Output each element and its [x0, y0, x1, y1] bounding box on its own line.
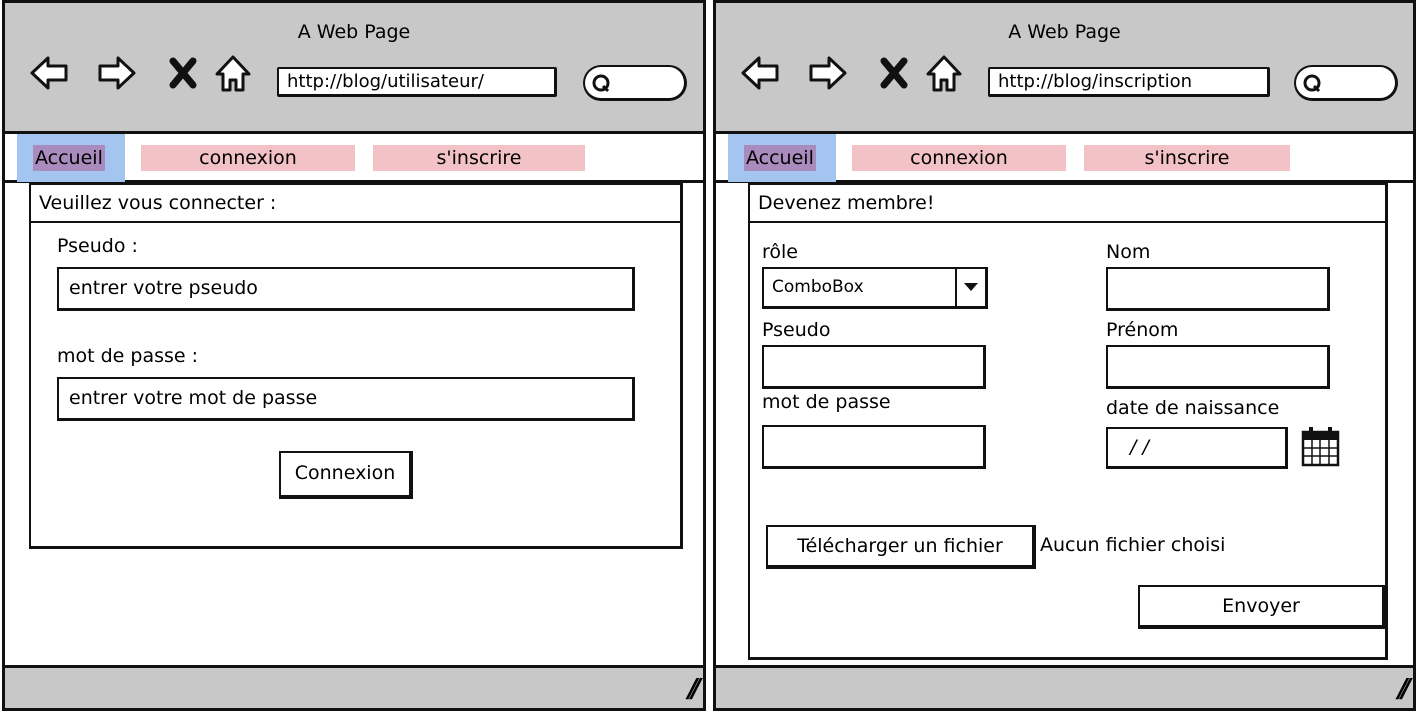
menu-item-login[interactable]: connexion	[141, 145, 355, 171]
browser-chrome: A Web Page http://blog/inscription	[716, 3, 1413, 134]
url-field[interactable]: http://blog/utilisateur/	[277, 67, 557, 97]
search-field[interactable]	[583, 65, 687, 101]
menu-item-home[interactable]: Accueil	[728, 134, 836, 182]
role-label: rôle	[762, 241, 798, 263]
menu-home-label: Accueil	[33, 145, 105, 171]
home-icon[interactable]	[924, 53, 964, 93]
status-bar: //	[5, 665, 703, 708]
browser-window-signup: A Web Page http://blog/inscription Accue…	[713, 0, 1416, 711]
chevron-down-icon[interactable]	[955, 269, 985, 306]
submit-button[interactable]: Envoyer	[1138, 585, 1386, 629]
forward-arrow-icon[interactable]	[97, 53, 137, 93]
menu-item-login[interactable]: connexion	[852, 145, 1066, 171]
password-input[interactable]: entrer votre mot de passe	[57, 377, 635, 421]
menu-item-home[interactable]: Accueil	[17, 134, 125, 182]
pseudo-input[interactable]: entrer votre pseudo	[57, 267, 635, 311]
panel-title: Veuillez vous connecter :	[31, 185, 680, 223]
window-title: A Web Page	[1008, 21, 1121, 43]
birthdate-label: date de naissance	[1106, 397, 1280, 419]
upload-button[interactable]: Télécharger un fichier	[766, 525, 1036, 569]
home-icon[interactable]	[213, 53, 253, 93]
back-arrow-icon[interactable]	[29, 53, 69, 93]
login-button[interactable]: Connexion	[279, 451, 413, 499]
pseudo-input[interactable]	[762, 345, 986, 389]
prenom-input[interactable]	[1106, 345, 1330, 389]
back-arrow-icon[interactable]	[740, 53, 780, 93]
no-file-text: Aucun fichier choisi	[1040, 534, 1226, 556]
close-icon[interactable]	[874, 53, 914, 93]
status-bar: //	[716, 665, 1413, 708]
password-input[interactable]	[762, 425, 986, 469]
nom-label: Nom	[1106, 241, 1151, 263]
forward-arrow-icon[interactable]	[808, 53, 848, 93]
panel-title: Devenez membre!	[750, 185, 1385, 223]
nom-input[interactable]	[1106, 267, 1330, 311]
role-combobox[interactable]: ComboBox	[762, 267, 988, 309]
prenom-label: Prénom	[1106, 319, 1179, 341]
menu-item-signup[interactable]: s'inscrire	[373, 145, 585, 171]
menu-bar: Accueil connexion s'inscrire	[716, 134, 1413, 183]
menu-item-signup[interactable]: s'inscrire	[1084, 145, 1290, 171]
password-label: mot de passe	[762, 391, 891, 413]
browser-window-login: A Web Page http://blog/utilisateur/ Accu…	[2, 0, 706, 711]
pseudo-label: Pseudo	[762, 319, 831, 341]
password-label: mot de passe :	[57, 345, 199, 367]
resize-grip-icon[interactable]: //	[1398, 674, 1411, 704]
birthdate-input[interactable]: / /	[1106, 427, 1288, 469]
search-field[interactable]	[1294, 65, 1398, 101]
close-icon[interactable]	[163, 53, 203, 93]
browser-chrome: A Web Page http://blog/utilisateur/	[5, 3, 703, 134]
search-icon	[592, 74, 610, 93]
pseudo-label: Pseudo :	[57, 235, 138, 257]
menu-home-label: Accueil	[744, 145, 816, 171]
login-panel: Veuillez vous connecter : Pseudo : entre…	[29, 183, 683, 549]
role-combobox-value: ComboBox	[772, 277, 864, 297]
search-icon	[1303, 74, 1321, 93]
menu-bar: Accueil connexion s'inscrire	[5, 134, 703, 183]
window-title: A Web Page	[297, 21, 411, 43]
url-field[interactable]: http://blog/inscription	[988, 67, 1270, 97]
resize-grip-icon[interactable]: //	[688, 674, 701, 704]
calendar-icon[interactable]	[1300, 425, 1342, 469]
signup-panel: Devenez membre! rôle ComboBox Pseudo mot…	[748, 183, 1388, 660]
